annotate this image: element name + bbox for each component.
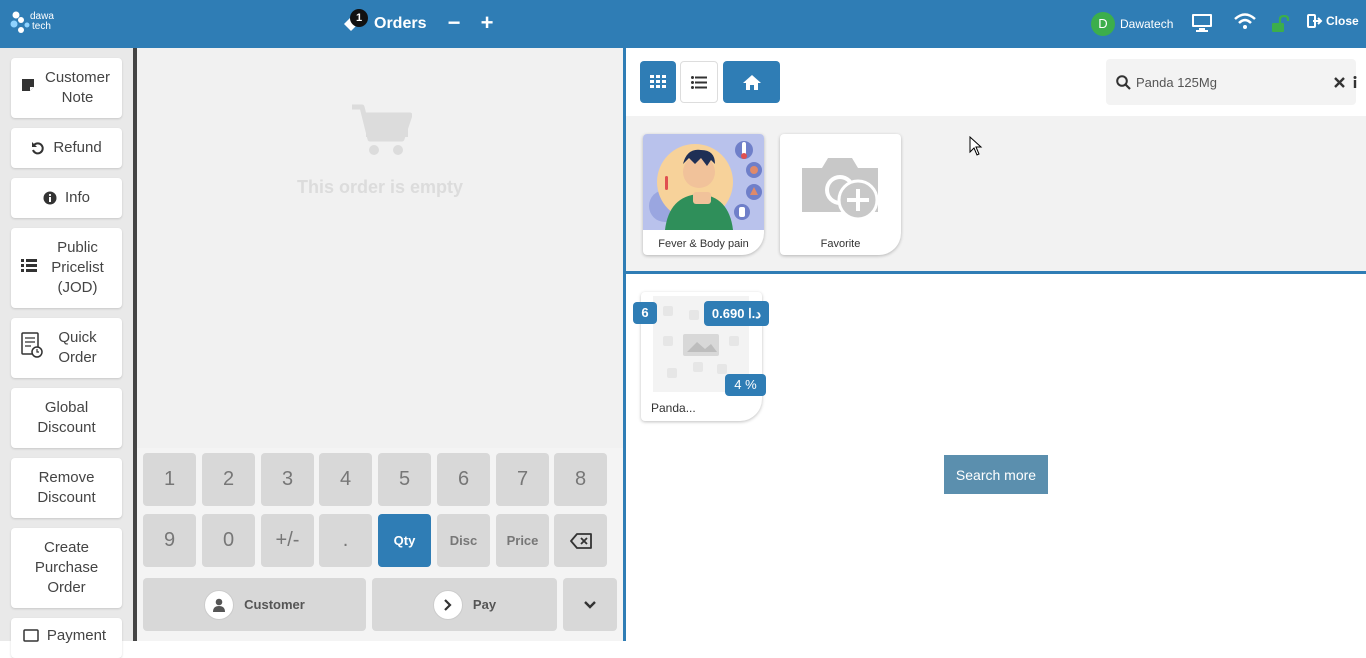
mouse-cursor-icon xyxy=(969,136,983,156)
display-icon[interactable] xyxy=(1191,13,1213,35)
unlock-icon[interactable] xyxy=(1271,14,1293,37)
order-panel: This order is empty xyxy=(137,48,623,448)
sidebar-item-label: Remove Discount xyxy=(37,469,96,506)
numpad-key-4[interactable]: 4 xyxy=(319,453,372,506)
quick-order-icon xyxy=(21,332,43,364)
more-actions-button[interactable] xyxy=(563,578,617,631)
customer-note-button[interactable]: Customer Note xyxy=(11,58,122,118)
search-more-button[interactable]: Search more xyxy=(944,455,1048,494)
product-qty-badge: 6 xyxy=(633,302,657,324)
backspace-button[interactable] xyxy=(554,514,607,567)
category-label: Fever & Body pain xyxy=(658,238,749,250)
shopping-cart-icon xyxy=(350,103,413,158)
payment-icon xyxy=(23,628,39,648)
remove-order-button[interactable]: − xyxy=(443,12,465,34)
product-price-badge: 0.690 د.ا xyxy=(704,301,769,326)
grid-icon xyxy=(650,75,666,88)
customer-button[interactable]: Customer xyxy=(143,578,366,631)
fever-illustration-icon xyxy=(643,134,764,230)
info-icon xyxy=(43,191,57,205)
product-search xyxy=(1106,59,1357,105)
wifi-icon[interactable] xyxy=(1234,13,1256,35)
numpad-key-1[interactable]: 1 xyxy=(143,453,196,506)
note-icon xyxy=(21,78,35,98)
chevron-right-icon xyxy=(432,589,463,620)
pay-button[interactable]: Pay xyxy=(372,578,557,631)
info-icon[interactable] xyxy=(1353,76,1357,88)
product-tax-badge: 4 % xyxy=(725,374,766,396)
public-pricelist-button[interactable]: Public Pricelist (JOD) xyxy=(11,228,122,308)
list-view-button[interactable] xyxy=(680,61,718,103)
numpad-key-8[interactable]: 8 xyxy=(554,453,607,506)
numpad-key-2[interactable]: 2 xyxy=(202,453,255,506)
camera-add-icon xyxy=(802,158,879,221)
numpad-mode-disc[interactable]: Disc xyxy=(437,514,490,567)
numpad-mode-price[interactable]: Price xyxy=(496,514,549,567)
customer-label: Customer xyxy=(244,597,305,612)
sidebar-item-label: Customer Note xyxy=(44,69,111,106)
numpad-key-9[interactable]: 9 xyxy=(143,514,196,567)
category-fever-body-pain[interactable]: Fever & Body pain xyxy=(643,134,764,255)
dawatech-logo: dawa tech xyxy=(10,10,60,36)
orders-count-badge: 1 xyxy=(350,9,368,27)
numpad-key-5[interactable]: 5 xyxy=(378,453,431,506)
sidebar-item-label: Refund xyxy=(53,139,102,156)
avatar: D xyxy=(1091,12,1115,36)
logo-text-bottom: tech xyxy=(32,21,51,32)
numpad-key-decimal[interactable]: . xyxy=(319,514,372,567)
create-purchase-order-button[interactable]: Create Purchase Order xyxy=(11,528,122,608)
backspace-icon xyxy=(569,532,592,549)
numpad-mode-qty[interactable]: Qty xyxy=(378,514,431,567)
refund-button[interactable]: Refund xyxy=(11,128,122,168)
sidebar-item-label: Info xyxy=(64,189,91,206)
home-category-button[interactable] xyxy=(723,61,780,103)
product-name: Panda... xyxy=(651,401,696,415)
numpad-key-6[interactable]: 6 xyxy=(437,453,490,506)
quick-order-button[interactable]: Quick Order xyxy=(11,318,122,378)
sidebar-item-label: Create Purchase Order xyxy=(34,539,99,596)
list-icon xyxy=(691,75,707,89)
top-bar: dawa tech 1 Orders − + D Dawatech Close xyxy=(0,0,1366,48)
user-menu[interactable]: D Dawatech xyxy=(1091,12,1173,36)
numpad-key-7[interactable]: 7 xyxy=(496,453,549,506)
search-input[interactable] xyxy=(1136,72,1326,92)
sign-out-icon xyxy=(1307,14,1323,28)
list-icon xyxy=(21,258,37,278)
orders-menu[interactable]: 1 Orders xyxy=(342,8,426,40)
grid-view-button[interactable] xyxy=(640,61,676,103)
info-button[interactable]: Info xyxy=(11,178,122,218)
user-icon xyxy=(204,589,235,620)
chevron-down-icon xyxy=(584,600,596,609)
sidebar-item-label: Global Discount xyxy=(37,399,96,436)
sidebar-item-label: Public Pricelist (JOD) xyxy=(51,239,104,296)
user-name: Dawatech xyxy=(1120,17,1174,31)
tag-icon: 1 xyxy=(342,9,368,33)
home-icon xyxy=(742,74,761,90)
search-icon xyxy=(1116,75,1131,90)
empty-order-message: This order is empty xyxy=(296,177,464,197)
numpad-key-3[interactable]: 3 xyxy=(261,453,314,506)
close-label: Close xyxy=(1326,14,1359,28)
global-discount-button[interactable]: Global Discount xyxy=(11,388,122,448)
clear-search-icon[interactable] xyxy=(1334,77,1345,88)
category-label: Favorite xyxy=(820,238,861,250)
close-button[interactable]: Close xyxy=(1307,14,1359,28)
pay-label: Pay xyxy=(472,597,497,612)
sidebar-item-label: Payment xyxy=(46,627,107,644)
numpad-key-plus-minus[interactable]: +/- xyxy=(261,514,314,567)
undo-icon xyxy=(31,141,45,155)
remove-discount-button[interactable]: Remove Discount xyxy=(11,458,122,518)
payment-button[interactable]: Payment xyxy=(11,618,122,658)
add-order-button[interactable]: + xyxy=(476,12,498,34)
logo-dots-icon xyxy=(10,11,30,33)
numpad-key-0[interactable]: 0 xyxy=(202,514,255,567)
orders-label: Orders xyxy=(374,15,427,32)
sidebar-item-label: Quick Order xyxy=(58,329,97,366)
category-favorite[interactable]: Favorite xyxy=(780,134,901,255)
